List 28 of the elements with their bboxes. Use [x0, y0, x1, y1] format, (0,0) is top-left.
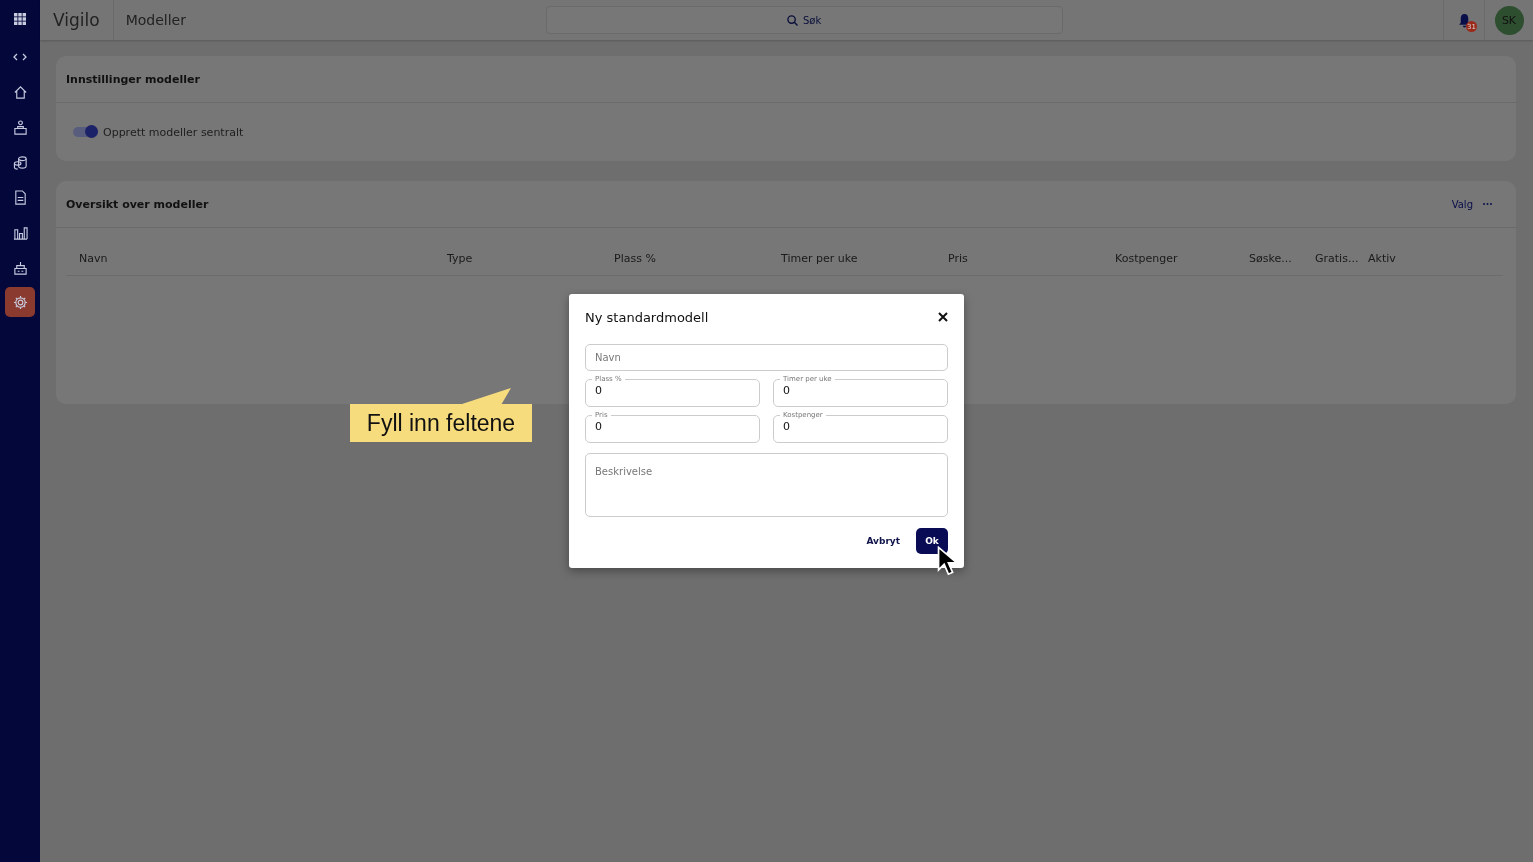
options-link[interactable]: Valg	[1451, 198, 1473, 210]
name-field[interactable]: Navn	[585, 344, 948, 371]
page-title: Modeller	[124, 12, 187, 28]
settings-icon[interactable]	[5, 287, 35, 317]
user-avatar[interactable]: SK	[1494, 5, 1524, 35]
description-field[interactable]: Beskrivelse	[585, 453, 948, 517]
toggle-label: Opprett modeller sentralt	[103, 125, 244, 139]
column-header[interactable]: Aktiv	[1368, 252, 1428, 265]
close-icon[interactable]	[938, 312, 948, 322]
column-header[interactable]: Søske...	[1249, 252, 1315, 265]
search-field[interactable]: Søk	[545, 6, 1063, 34]
column-header[interactable]: Timer per uke	[781, 252, 948, 265]
cancel-button[interactable]: Avbryt	[866, 536, 900, 546]
app-name: Vigilo	[40, 0, 114, 40]
dialog-title: Ny standardmodell	[585, 309, 709, 325]
column-header[interactable]: Navn	[79, 252, 447, 265]
column-header[interactable]: Type	[447, 252, 614, 265]
card-title: Oversikt over modeller	[66, 197, 209, 211]
column-header[interactable]: Plass %	[614, 252, 781, 265]
expand-icon[interactable]	[13, 53, 27, 61]
callout-pointer	[459, 388, 511, 405]
column-header[interactable]: Pris	[948, 252, 1115, 265]
card-title: Innstillinger modeller	[66, 72, 200, 86]
search-icon	[787, 14, 798, 26]
toggle-switch[interactable]	[73, 127, 98, 137]
column-header[interactable]: Gratis...	[1315, 252, 1368, 265]
app-grid-icon[interactable]	[14, 13, 26, 25]
column-header[interactable]: Kostpenger	[1115, 252, 1249, 265]
